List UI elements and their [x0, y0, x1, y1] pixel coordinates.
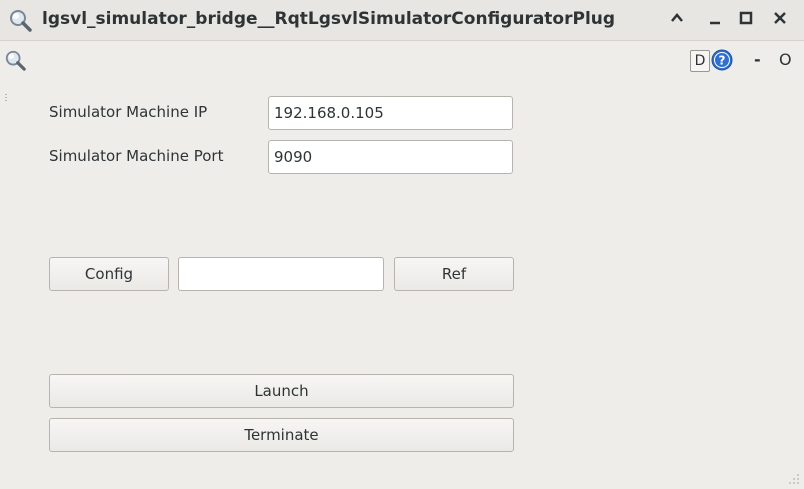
ip-input[interactable]: 192.168.0.105 — [268, 96, 513, 130]
shade-button[interactable] — [668, 11, 686, 29]
options-button[interactable]: O — [779, 50, 792, 69]
minimize-icon — [710, 21, 720, 25]
port-label: Simulator Machine Port — [49, 147, 224, 165]
ip-label: Simulator Machine IP — [49, 103, 208, 121]
config-button[interactable]: Config — [49, 257, 169, 291]
magnifier-icon — [5, 50, 26, 71]
plugin-toolbar: D ? - O — [0, 41, 804, 81]
splitter-handle[interactable] — [5, 94, 7, 102]
maximize-icon — [739, 11, 753, 25]
help-icon[interactable]: ? — [711, 49, 733, 71]
resize-grip-icon[interactable] — [786, 471, 800, 485]
chevron-up-icon — [671, 13, 683, 22]
port-input[interactable]: 9090 — [268, 140, 513, 174]
config-path-input[interactable] — [178, 257, 384, 291]
launch-button[interactable]: Launch — [49, 374, 514, 408]
svg-text:?: ? — [719, 54, 726, 68]
maximize-button[interactable] — [737, 11, 755, 29]
window-titlebar[interactable]: lgsvl_simulator_bridge__RqtLgsvlSimulato… — [0, 0, 804, 41]
minimize-button[interactable] — [706, 11, 724, 29]
minimize-plugin-button[interactable]: - — [754, 50, 761, 69]
close-icon — [774, 12, 786, 24]
ref-button[interactable]: Ref — [394, 257, 514, 291]
magnifier-icon — [10, 10, 32, 32]
terminate-button[interactable]: Terminate — [49, 418, 514, 452]
window-title: lgsvl_simulator_bridge__RqtLgsvlSimulato… — [42, 9, 616, 29]
dock-button[interactable]: D — [690, 50, 710, 72]
close-button[interactable] — [771, 11, 789, 29]
